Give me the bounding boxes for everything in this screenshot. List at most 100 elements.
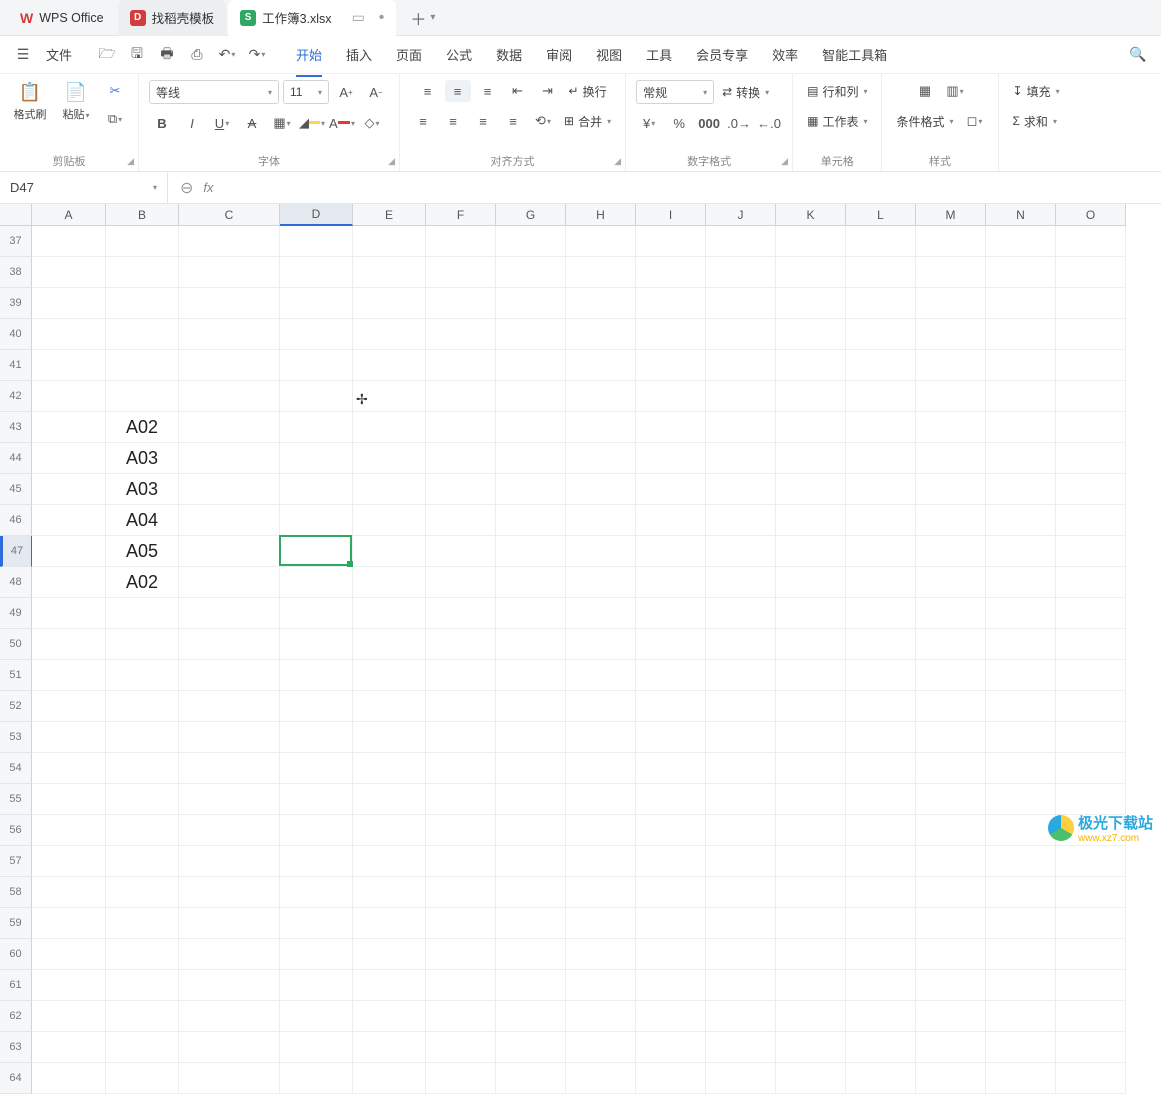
cell[interactable] bbox=[706, 474, 776, 505]
cell[interactable] bbox=[426, 939, 496, 970]
cell[interactable] bbox=[179, 970, 280, 1001]
cell[interactable] bbox=[353, 536, 426, 567]
cell[interactable] bbox=[846, 877, 916, 908]
cell[interactable] bbox=[566, 908, 636, 939]
cell[interactable] bbox=[986, 691, 1056, 722]
number-launcher-icon[interactable]: ◢ bbox=[781, 156, 788, 167]
cell[interactable] bbox=[106, 598, 179, 629]
cell[interactable] bbox=[426, 598, 496, 629]
copy-button[interactable]: ⧉▾ bbox=[102, 108, 128, 130]
cell[interactable] bbox=[280, 536, 353, 567]
cell[interactable] bbox=[916, 660, 986, 691]
cell[interactable] bbox=[426, 505, 496, 536]
cell[interactable] bbox=[179, 939, 280, 970]
cell[interactable] bbox=[32, 350, 106, 381]
border-button[interactable]: ▦▾ bbox=[269, 112, 295, 134]
orientation-button[interactable]: ⟲▾ bbox=[530, 110, 556, 132]
cell[interactable] bbox=[636, 443, 706, 474]
cell[interactable] bbox=[426, 474, 496, 505]
cell[interactable] bbox=[280, 939, 353, 970]
cell[interactable] bbox=[426, 536, 496, 567]
cell[interactable] bbox=[706, 350, 776, 381]
cell[interactable] bbox=[776, 319, 846, 350]
cell[interactable] bbox=[32, 815, 106, 846]
cell[interactable] bbox=[846, 815, 916, 846]
cell[interactable] bbox=[280, 226, 353, 257]
cell[interactable] bbox=[916, 412, 986, 443]
redo-icon[interactable]: ↷▾ bbox=[244, 42, 270, 68]
cell[interactable] bbox=[32, 846, 106, 877]
strike-button[interactable]: A bbox=[239, 112, 265, 134]
cell[interactable] bbox=[566, 846, 636, 877]
cell[interactable] bbox=[32, 660, 106, 691]
cell[interactable] bbox=[1056, 288, 1126, 319]
cell[interactable] bbox=[776, 381, 846, 412]
cell[interactable] bbox=[426, 722, 496, 753]
cell[interactable] bbox=[179, 908, 280, 939]
clipboard-launcher-icon[interactable]: ◢ bbox=[127, 156, 134, 167]
cell[interactable] bbox=[846, 474, 916, 505]
cell[interactable] bbox=[353, 505, 426, 536]
cell[interactable] bbox=[706, 443, 776, 474]
col-header-B[interactable]: B bbox=[106, 204, 179, 226]
cell[interactable] bbox=[106, 226, 179, 257]
row-header[interactable]: 49 bbox=[0, 598, 32, 629]
cell[interactable] bbox=[776, 443, 846, 474]
cell[interactable] bbox=[496, 381, 566, 412]
cell[interactable] bbox=[426, 350, 496, 381]
row-header[interactable]: 55 bbox=[0, 784, 32, 815]
cell[interactable] bbox=[496, 722, 566, 753]
number-format-select[interactable]: 常规▾ bbox=[636, 80, 714, 104]
cell[interactable] bbox=[32, 536, 106, 567]
cell[interactable] bbox=[179, 381, 280, 412]
cell[interactable] bbox=[706, 660, 776, 691]
cell[interactable] bbox=[32, 1001, 106, 1032]
cell[interactable] bbox=[706, 1001, 776, 1032]
tab-data[interactable]: 数据 bbox=[486, 39, 532, 70]
cell[interactable]: A02 bbox=[106, 567, 179, 598]
cell[interactable] bbox=[986, 350, 1056, 381]
cell[interactable] bbox=[846, 629, 916, 660]
halign-center-button[interactable]: ≡ bbox=[440, 110, 466, 132]
cell[interactable] bbox=[1056, 257, 1126, 288]
cell[interactable] bbox=[566, 1063, 636, 1094]
cell[interactable] bbox=[916, 629, 986, 660]
cell[interactable] bbox=[353, 412, 426, 443]
col-header-D[interactable]: D bbox=[280, 204, 353, 226]
cell[interactable] bbox=[496, 970, 566, 1001]
cell[interactable] bbox=[986, 970, 1056, 1001]
cell[interactable] bbox=[846, 722, 916, 753]
cell[interactable] bbox=[496, 567, 566, 598]
cell[interactable] bbox=[1056, 722, 1126, 753]
row-header[interactable]: 51 bbox=[0, 660, 32, 691]
cell[interactable] bbox=[916, 257, 986, 288]
cell[interactable] bbox=[179, 1001, 280, 1032]
cell[interactable] bbox=[846, 784, 916, 815]
cell[interactable] bbox=[179, 474, 280, 505]
row-header[interactable]: 46 bbox=[0, 505, 32, 536]
cell[interactable] bbox=[353, 939, 426, 970]
cell[interactable]: A05 bbox=[106, 536, 179, 567]
cell[interactable] bbox=[1056, 970, 1126, 1001]
cell[interactable] bbox=[426, 381, 496, 412]
chevron-down-icon[interactable]: ▾ bbox=[153, 183, 157, 192]
cell[interactable] bbox=[106, 784, 179, 815]
cell[interactable] bbox=[1056, 381, 1126, 412]
cell[interactable] bbox=[280, 846, 353, 877]
cell[interactable] bbox=[106, 846, 179, 877]
cell[interactable] bbox=[280, 505, 353, 536]
cell[interactable] bbox=[496, 474, 566, 505]
font-size-select[interactable]: 11▾ bbox=[283, 80, 329, 104]
cell[interactable] bbox=[426, 877, 496, 908]
table-style-button[interactable]: ▥▾ bbox=[942, 80, 968, 102]
cell[interactable] bbox=[986, 722, 1056, 753]
cell[interactable] bbox=[846, 753, 916, 784]
cell[interactable] bbox=[179, 536, 280, 567]
cell[interactable] bbox=[916, 970, 986, 1001]
cell[interactable] bbox=[706, 908, 776, 939]
shrink-font-button[interactable]: A− bbox=[363, 81, 389, 103]
cell[interactable] bbox=[986, 1063, 1056, 1094]
cell[interactable] bbox=[353, 629, 426, 660]
cell[interactable] bbox=[636, 319, 706, 350]
cell[interactable] bbox=[776, 908, 846, 939]
